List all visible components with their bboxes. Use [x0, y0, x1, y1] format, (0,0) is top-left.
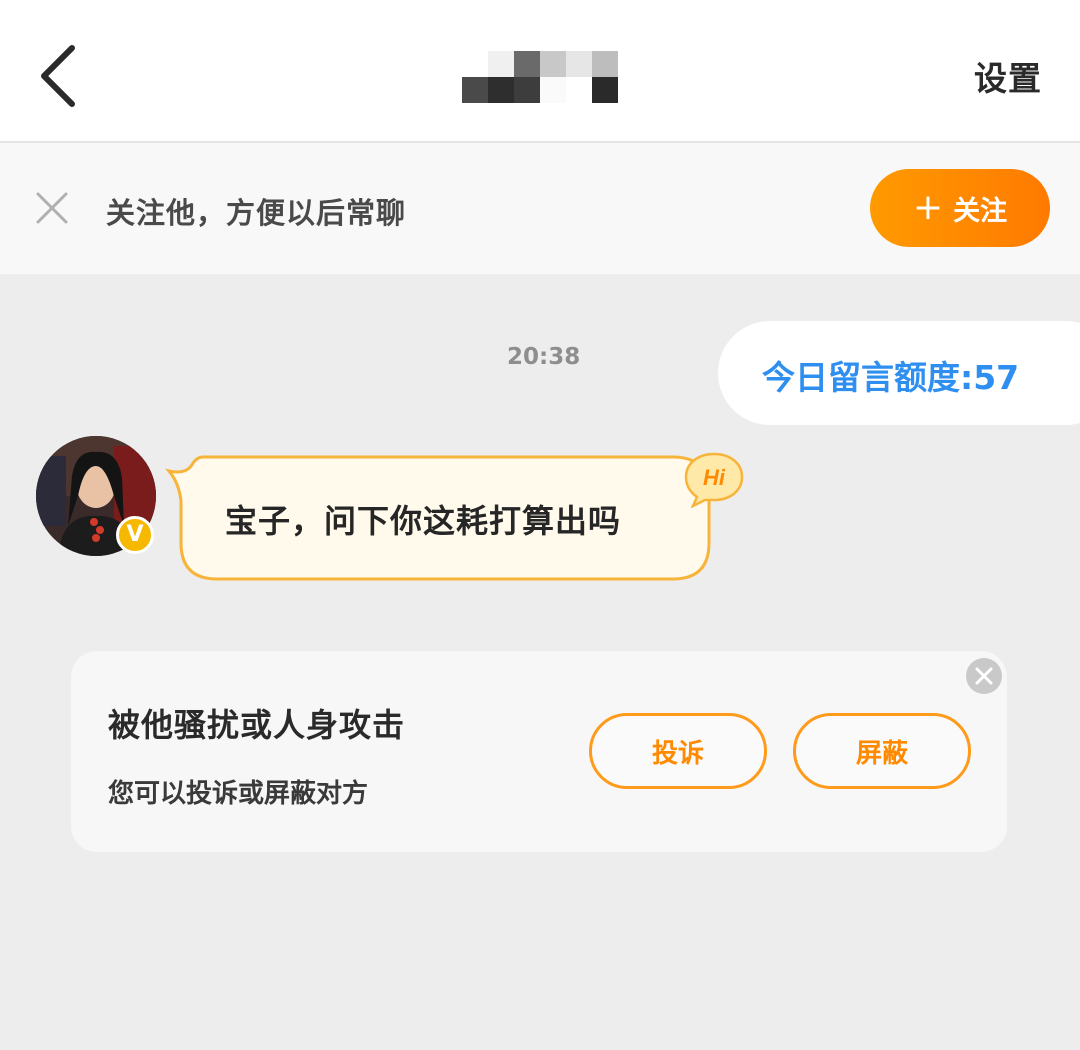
block-button[interactable]: 屏蔽	[793, 713, 971, 789]
plus-icon: +	[912, 187, 944, 228]
verified-icon: V	[116, 516, 154, 554]
message-timestamp: 20:38	[507, 344, 581, 370]
follow-button[interactable]: + 关注	[870, 169, 1050, 247]
back-icon[interactable]	[28, 38, 88, 114]
close-icon[interactable]	[34, 190, 70, 226]
report-button[interactable]: 投诉	[589, 713, 767, 789]
follow-tip-text: 关注他，方便以后常聊	[106, 196, 407, 230]
report-title: 被他骚扰或人身攻击	[108, 706, 406, 744]
card-close-icon[interactable]	[965, 657, 1003, 695]
top-nav-bar: 设置	[0, 0, 1080, 143]
report-subtitle: 您可以投诉或屏蔽对方	[108, 779, 369, 809]
hi-icon: Hi	[684, 452, 744, 508]
follow-button-label: 关注	[953, 195, 1008, 227]
message-text: 宝子，问下你这耗打算出吗	[225, 502, 622, 540]
hi-badge-text: Hi	[703, 465, 726, 490]
settings-button[interactable]: 设置	[974, 52, 1042, 100]
quota-text: 今日留言额度:57	[762, 358, 1020, 397]
pixelated-username	[462, 51, 618, 103]
